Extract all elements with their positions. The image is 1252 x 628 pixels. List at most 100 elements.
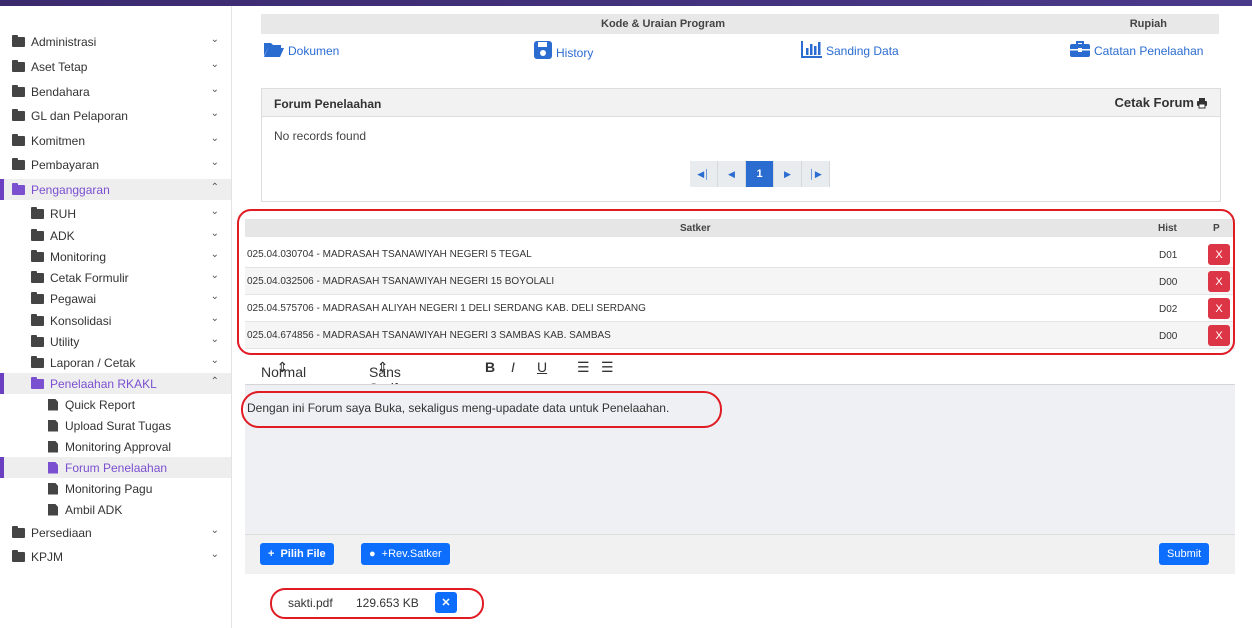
sidebar-item-label: KPJM — [31, 549, 64, 564]
sidebar-item-kpjm[interactable]: KPJM ⌄ — [0, 546, 231, 567]
sidebar-item-aset-tetap[interactable]: Aset Tetap ⌄ — [0, 56, 231, 77]
catatan-penelaahan-link[interactable]: Catatan Penelaahan — [1069, 40, 1203, 58]
header-kode-uraian: Kode & Uraian Program — [601, 18, 726, 30]
delete-button[interactable]: X — [1208, 298, 1230, 319]
folder-icon — [12, 84, 25, 97]
sanding-data-label: Sanding Data — [826, 44, 899, 58]
folder-icon — [12, 157, 25, 170]
sidebar-item-label: RUH — [50, 206, 76, 221]
sidebar-item-label: Bendahara — [31, 84, 90, 99]
chevron-down-icon: ⌄ — [210, 249, 219, 260]
cetak-forum-label: Cetak Forum — [1114, 95, 1194, 110]
delete-button[interactable]: X — [1208, 271, 1230, 292]
submit-button[interactable]: Submit — [1159, 543, 1210, 565]
folder-icon — [31, 206, 44, 219]
header-rupiah: Rupiah — [1129, 18, 1167, 30]
chevron-down-icon: ⌄ — [210, 133, 219, 144]
folder-icon — [31, 376, 44, 389]
sidebar-item-quick-report[interactable]: Quick Report — [0, 394, 231, 415]
sidebar-item-penelaahan-rkakl[interactable]: Penelaahan RKAKL ⌃ — [0, 373, 231, 394]
bullet-list-icon[interactable]: ☰ — [601, 359, 614, 376]
sidebar-item-forum-penelaahan[interactable]: Forum Penelaahan — [0, 457, 231, 478]
sidebar-item-penganggaran[interactable]: Penganggaran ⌃ — [0, 179, 231, 200]
sidebar-item-adk[interactable]: ADK ⌄ — [0, 225, 231, 246]
prev-page-button[interactable]: ◀ — [718, 161, 746, 187]
chevron-up-icon: ⌃ — [210, 376, 219, 387]
sidebar-item-bendahara[interactable]: Bendahara ⌄ — [0, 81, 231, 102]
table-row: 025.04.032506 - MADRASAH TSANAWIYAH NEGE… — [245, 268, 1235, 295]
sidebar-item-pembayaran[interactable]: Pembayaran ⌄ — [0, 154, 231, 175]
page-number-button[interactable]: 1 — [746, 161, 774, 187]
sidebar-item-label: Ambil ADK — [65, 502, 123, 517]
sidebar-item-monitoring-approval[interactable]: Monitoring Approval — [0, 436, 231, 457]
chevron-down-icon: ⌄ — [210, 157, 219, 168]
folder-icon — [31, 291, 44, 304]
ordered-list-icon[interactable]: ☰ — [577, 359, 590, 376]
catatan-penelaahan-label: Catatan Penelaahan — [1094, 44, 1204, 58]
sidebar-item-upload-surat-tugas[interactable]: Upload Surat Tugas — [0, 415, 231, 436]
sidebar-item-cetak-formulir[interactable]: Cetak Formulir ⌄ — [0, 267, 231, 288]
font-select[interactable]: Sans Serif ⇕ — [369, 359, 401, 396]
satker-hist: D00 — [1159, 277, 1178, 288]
sidebar-item-konsolidasi[interactable]: Konsolidasi ⌄ — [0, 310, 231, 331]
remove-file-button[interactable]: ✕ — [435, 592, 457, 613]
sidebar-item-monitoring-pagu[interactable]: Monitoring Pagu — [0, 478, 231, 499]
satker-header-hist: Hist — [1158, 223, 1177, 234]
sidebar-item-label: Forum Penelaahan — [65, 460, 168, 475]
document-icon — [48, 461, 58, 474]
pagination: ◀│ ◀ 1 ▶ │▶ — [690, 161, 830, 187]
history-link[interactable]: History — [533, 40, 593, 60]
forum-header: Forum Penelaahan Cetak Forum — [262, 89, 1220, 117]
underline-button[interactable]: U — [537, 359, 547, 375]
sidebar-item-laporan-cetak[interactable]: Laporan / Cetak ⌄ — [0, 352, 231, 373]
plus-icon: + — [268, 548, 275, 560]
sidebar-item-label: Pembayaran — [31, 157, 100, 172]
sidebar-item-label: Monitoring — [50, 249, 107, 264]
sidebar-item-label: Penelaahan RKAKL — [50, 376, 157, 391]
sidebar-item-gl-dan-pelaporan[interactable]: GL dan Pelaporan ⌄ — [0, 105, 231, 126]
delete-button[interactable]: X — [1208, 325, 1230, 346]
document-icon — [48, 398, 58, 411]
sidebar-item-label: Penganggaran — [31, 182, 110, 197]
dokumen-label: Dokumen — [288, 44, 340, 58]
italic-button[interactable]: I — [511, 359, 515, 375]
last-page-button[interactable]: │▶ — [802, 161, 830, 187]
sidebar-item-label: Upload Surat Tugas — [65, 418, 172, 433]
chevron-down-icon: ⌄ — [210, 206, 219, 217]
chevron-down-icon: ⌄ — [210, 34, 219, 45]
pilih-file-button[interactable]: + Pilih File — [260, 543, 334, 565]
bold-button[interactable]: B — [485, 359, 495, 375]
document-icon — [48, 440, 58, 453]
forum-text-editor[interactable]: Dengan ini Forum saya Buka, sekaligus me… — [245, 384, 1235, 534]
sidebar-item-komitmen[interactable]: Komitmen ⌄ — [0, 130, 231, 151]
save-icon — [534, 41, 552, 59]
sidebar-item-ambil-adk[interactable]: Ambil ADK — [0, 499, 231, 520]
satker-name: 025.04.575706 - MADRASAH ALIYAH NEGERI 1… — [247, 303, 646, 314]
main-content: Kode & Uraian Program Rupiah Dokumen His… — [237, 6, 1245, 628]
first-page-button[interactable]: ◀│ — [690, 161, 718, 187]
bar-chart-icon — [801, 41, 822, 58]
sidebar-item-persediaan[interactable]: Persediaan ⌄ — [0, 522, 231, 543]
rev-satker-button[interactable]: ● +Rev.Satker — [361, 543, 450, 565]
users-icon: ● — [369, 548, 376, 560]
sanding-data-link[interactable]: Sanding Data — [801, 40, 899, 58]
sidebar-item-pegawai[interactable]: Pegawai ⌄ — [0, 288, 231, 309]
cetak-forum-button[interactable]: Cetak Forum — [1115, 95, 1208, 110]
sidebar-item-ruh[interactable]: RUH ⌄ — [0, 203, 231, 224]
sidebar-item-label: Utility — [50, 334, 80, 349]
rev-satker-label: +Rev.Satker — [381, 548, 442, 560]
next-page-button[interactable]: ▶ — [774, 161, 802, 187]
document-icon — [48, 482, 58, 495]
folder-icon — [12, 182, 25, 195]
folder-open-icon — [264, 43, 284, 57]
sidebar-item-administrasi[interactable]: Administrasi ⌄ — [0, 31, 231, 52]
satker-hist: D00 — [1159, 331, 1178, 342]
sidebar-item-utility[interactable]: Utility ⌄ — [0, 331, 231, 352]
table-row: 025.04.674856 - MADRASAH TSANAWIYAH NEGE… — [245, 322, 1235, 349]
dokumen-link[interactable]: Dokumen — [263, 40, 339, 58]
format-select[interactable]: Normal ⇕ — [261, 359, 306, 380]
delete-button[interactable]: X — [1208, 244, 1230, 265]
chevron-down-icon: ⌄ — [210, 108, 219, 119]
satker-name: 025.04.032506 - MADRASAH TSANAWIYAH NEGE… — [247, 276, 555, 287]
sidebar-item-monitoring[interactable]: Monitoring ⌄ — [0, 246, 231, 267]
